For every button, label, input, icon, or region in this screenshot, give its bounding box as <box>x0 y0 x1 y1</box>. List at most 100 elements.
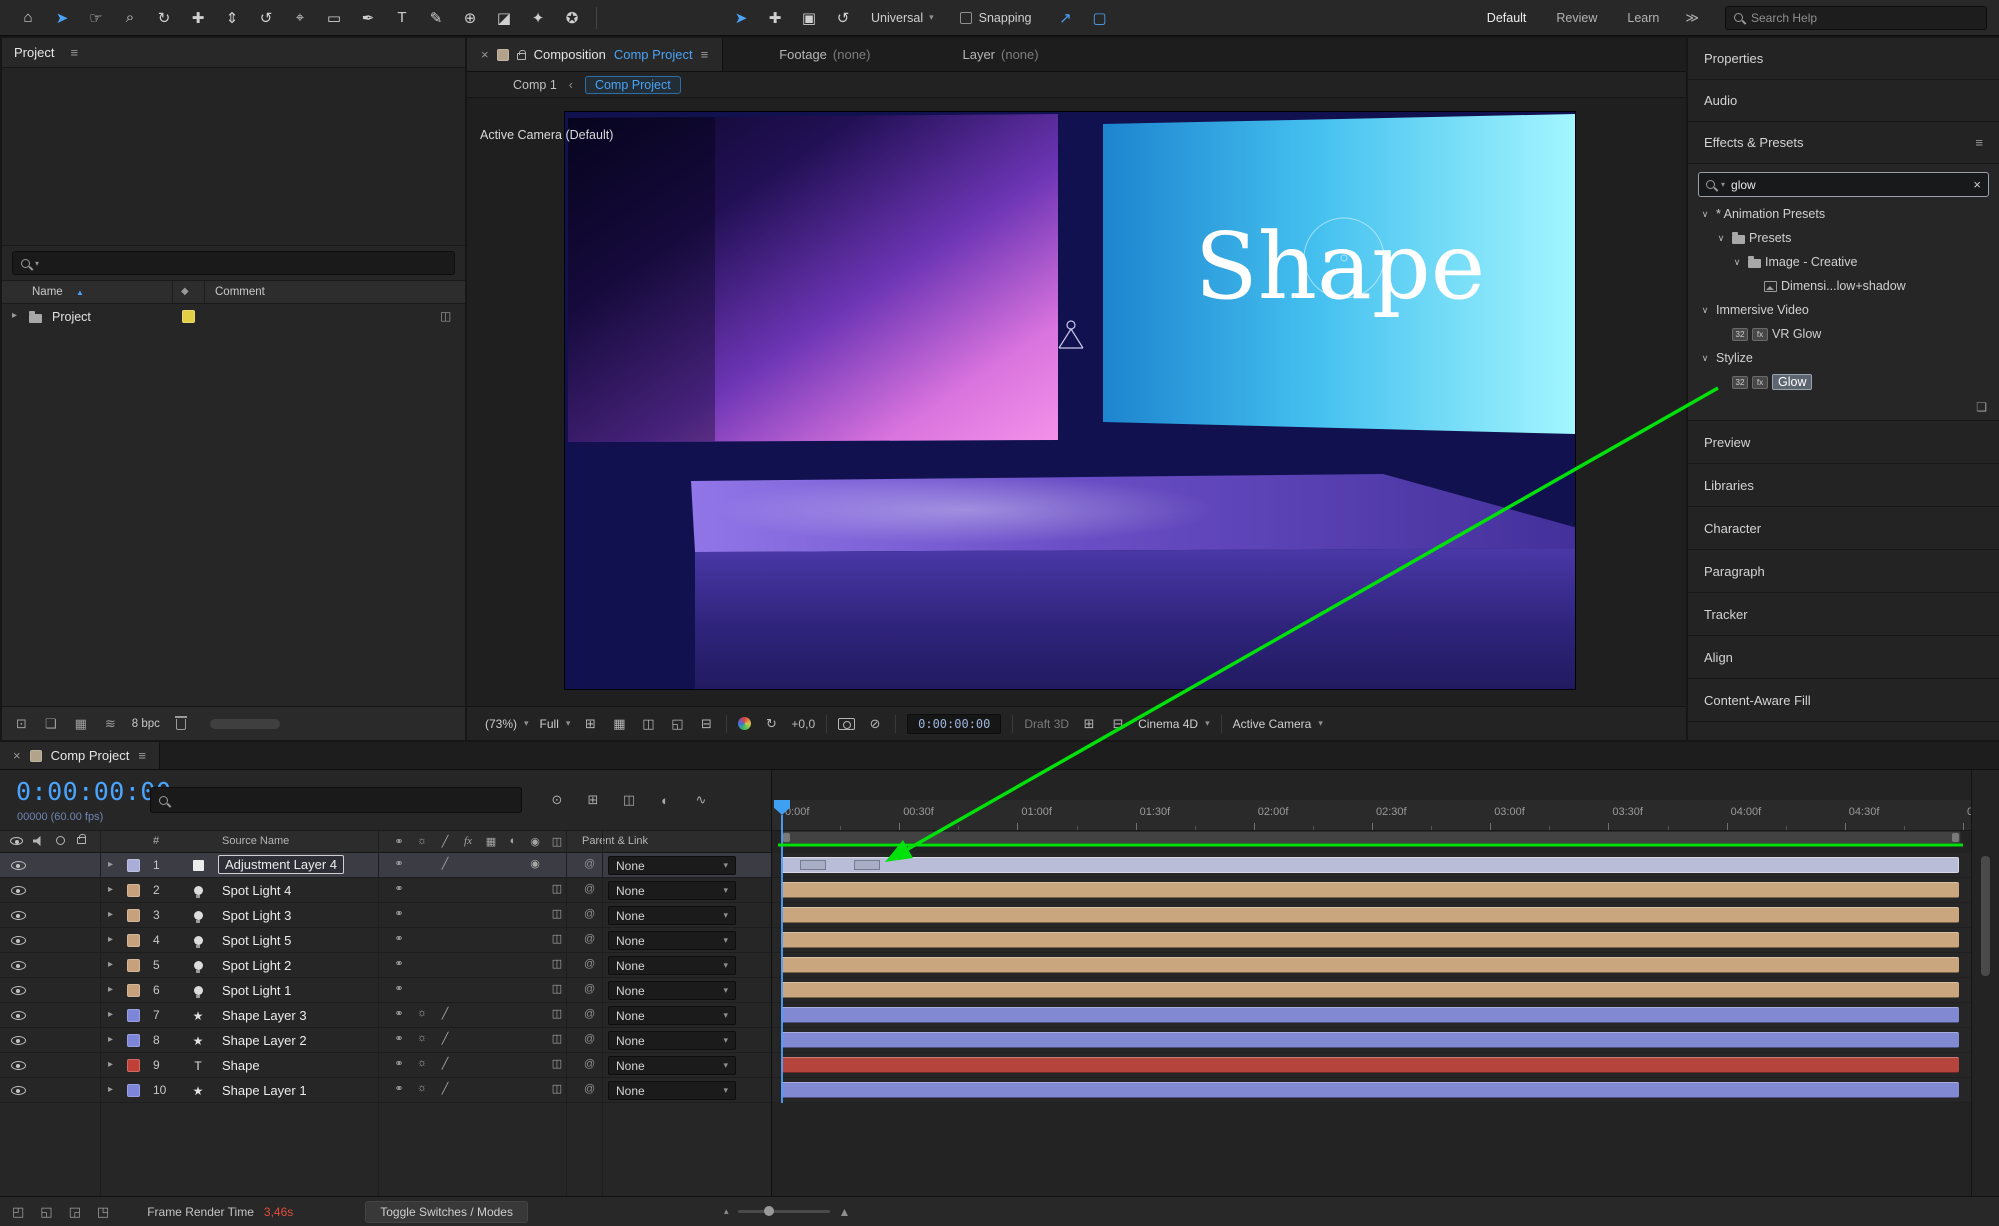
parent-dropdown[interactable]: None▾ <box>608 1006 736 1025</box>
parent-dropdown[interactable]: None▾ <box>608 956 736 975</box>
zoom-out-icon[interactable]: ▴ <box>724 1206 729 1217</box>
puppet-pin-tool-icon[interactable]: ✪ <box>556 5 588 31</box>
mask-visibility-icon[interactable]: ▦ <box>610 716 628 732</box>
preset-item-vr-glow[interactable]: 32fxVR Glow <box>1688 322 1999 346</box>
dolly-camera-tool-icon[interactable]: ⇕ <box>216 5 248 31</box>
project-item-name[interactable]: Project <box>52 310 91 324</box>
effects-search-input[interactable] <box>1731 178 1967 192</box>
live-update-icon[interactable]: ⊞ <box>581 787 605 813</box>
shape-tool-icon[interactable]: ▭ <box>318 5 350 31</box>
composition-viewport[interactable]: Active Camera (Default) <box>467 98 1686 706</box>
quality-column-icon[interactable]: ╱ <box>437 835 453 848</box>
solo-column-icon[interactable] <box>56 836 65 848</box>
home-icon[interactable]: ⌂ <box>12 5 44 31</box>
label-color-chip[interactable] <box>127 1084 140 1097</box>
expander-icon[interactable]: ▸ <box>108 884 113 895</box>
panel-header-paragraph[interactable]: Paragraph <box>1688 550 1999 593</box>
pick-whip-icon[interactable]: @ <box>584 933 595 945</box>
workspace-tab-learn[interactable]: Learn <box>1627 11 1659 25</box>
parent-dropdown[interactable]: None▾ <box>608 981 736 1000</box>
project-search[interactable]: ▾ <box>12 251 455 275</box>
preset-item-image-creative[interactable]: ∨Image - Creative <box>1688 250 1999 274</box>
shy-switch-icon[interactable]: ⚭ <box>391 907 407 920</box>
panel-header-preview[interactable]: Preview <box>1688 421 1999 464</box>
expand-in-out-icon[interactable]: ◲ <box>69 1204 81 1220</box>
eye-icon[interactable] <box>11 1061 26 1070</box>
eye-icon[interactable] <box>11 1036 26 1045</box>
layer-name[interactable]: Shape Layer 1 <box>222 1083 307 1098</box>
layer-row-spot-light-4[interactable]: ▸2Spot Light 4⚭◫@None▾ <box>0 878 771 903</box>
expand-transfer-controls-icon[interactable]: ◱ <box>40 1204 52 1220</box>
parent-dropdown[interactable]: None▾ <box>608 1081 736 1100</box>
panel-menu-icon[interactable]: ≡ <box>70 45 78 60</box>
label-column-icon[interactable]: ◆ <box>181 286 189 297</box>
panel-header-libraries[interactable]: Libraries <box>1688 464 1999 507</box>
label-color-chip[interactable] <box>127 1009 140 1022</box>
quality-switch-icon[interactable]: ╱ <box>437 1032 453 1045</box>
parent-dropdown[interactable]: None▾ <box>608 881 736 900</box>
pick-whip-icon[interactable]: @ <box>584 1008 595 1020</box>
layer-name[interactable]: Shape Layer 2 <box>222 1033 307 1048</box>
pan-camera-tool-icon[interactable]: ✚ <box>182 5 214 31</box>
clear-search-icon[interactable]: × <box>1973 177 1981 192</box>
layer-duration-bar[interactable] <box>781 982 1959 998</box>
layer-duration-bar[interactable] <box>781 957 1959 973</box>
view-layout-icon[interactable]: ⊟ <box>697 716 715 732</box>
pick-whip-icon[interactable]: @ <box>584 858 595 870</box>
quality-switch-icon[interactable]: ╱ <box>437 1007 453 1020</box>
gizmo-select-icon[interactable]: ➤ <box>725 5 757 31</box>
help-search-input[interactable] <box>1751 11 1978 25</box>
label-color-chip[interactable] <box>127 909 140 922</box>
layer-duration-bar[interactable] <box>781 1032 1959 1048</box>
collapse-switch-icon[interactable]: ☼ <box>414 1057 430 1069</box>
layer-row-shape[interactable]: ▸9TShape⚭☼╱◫@None▾ <box>0 1053 771 1078</box>
layer-row-shape-layer-2[interactable]: ▸8★Shape Layer 2⚭☼╱◫@None▾ <box>0 1028 771 1053</box>
close-tab-icon[interactable]: × <box>13 748 21 763</box>
layer-row-shape-layer-1[interactable]: ▸10★Shape Layer 1⚭☼╱◫@None▾ <box>0 1078 771 1103</box>
brush-tool-icon[interactable]: ✎ <box>420 5 452 31</box>
expander-icon[interactable]: ▸ <box>12 310 17 321</box>
parent-dropdown[interactable]: None▾ <box>608 1031 736 1050</box>
reset-exposure-icon[interactable]: ↻ <box>762 716 780 732</box>
label-color-chip[interactable] <box>127 1034 140 1047</box>
parent-dropdown[interactable]: None▾ <box>608 931 736 950</box>
quality-switch-icon[interactable]: ╱ <box>437 1057 453 1070</box>
view-dropdown[interactable]: Active Camera▾ <box>1233 717 1323 731</box>
tab-layer[interactable]: Layer (none) <box>962 47 1038 62</box>
cube-column-icon[interactable]: ◫ <box>549 835 565 848</box>
layer-name[interactable]: Spot Light 2 <box>222 958 291 973</box>
composition-frame[interactable]: Shape <box>565 112 1575 689</box>
roto-brush-tool-icon[interactable]: ✦ <box>522 5 554 31</box>
toggle-switches-button[interactable]: Toggle Switches / Modes <box>365 1201 528 1223</box>
expander-icon[interactable]: ▸ <box>108 1034 113 1045</box>
project-settings-icon[interactable]: ≋ <box>105 716 116 732</box>
type-tool-icon[interactable]: T <box>386 5 418 31</box>
rotation-tool-icon[interactable]: ↺ <box>250 5 282 31</box>
project-flowchart-icon[interactable]: ⊡ <box>16 716 27 732</box>
eye-icon[interactable] <box>11 1086 26 1095</box>
workspace-tab-review[interactable]: Review <box>1556 11 1597 25</box>
clone-stamp-tool-icon[interactable]: ⊕ <box>454 5 486 31</box>
current-time-display[interactable]: 0:00:00:00 <box>16 777 172 806</box>
orbit-camera-tool-icon[interactable]: ↻ <box>148 5 180 31</box>
layer-name[interactable]: Spot Light 4 <box>222 883 291 898</box>
cube-switch-icon[interactable]: ◫ <box>549 932 565 945</box>
gizmo-rotate-icon[interactable]: ↺ <box>827 5 859 31</box>
layer-name[interactable]: Shape Layer 3 <box>222 1008 307 1023</box>
frame-blending-icon[interactable]: ◐ <box>653 787 677 813</box>
shy-switch-icon[interactable]: ⚭ <box>391 957 407 970</box>
preset-item-animation-presets[interactable]: ∨* Animation Presets <box>1688 202 1999 226</box>
scrollbar-thumb[interactable] <box>1981 856 1990 976</box>
draft-3d-button[interactable]: Draft 3D <box>1024 717 1069 731</box>
graph-editor-icon[interactable]: ∿ <box>689 787 713 813</box>
preset-item-immersive-video[interactable]: ∨Immersive Video <box>1688 298 1999 322</box>
cube-switch-icon[interactable]: ◫ <box>549 957 565 970</box>
project-search-input[interactable] <box>44 256 446 270</box>
chevron-down-icon[interactable]: ∨ <box>1730 257 1744 268</box>
layer-row-adjustment-layer-4[interactable]: ▸1Adjustment Layer 4⚭╱◉@None▾ <box>0 853 771 878</box>
new-composition-icon[interactable]: ▦ <box>75 716 87 732</box>
workspace-overflow-icon[interactable]: ≫ <box>1685 10 1699 26</box>
eye-icon[interactable] <box>11 1011 26 1020</box>
shy-layers-icon[interactable]: ◫ <box>617 787 641 813</box>
shy-switch-icon[interactable]: ⚭ <box>391 1082 407 1095</box>
